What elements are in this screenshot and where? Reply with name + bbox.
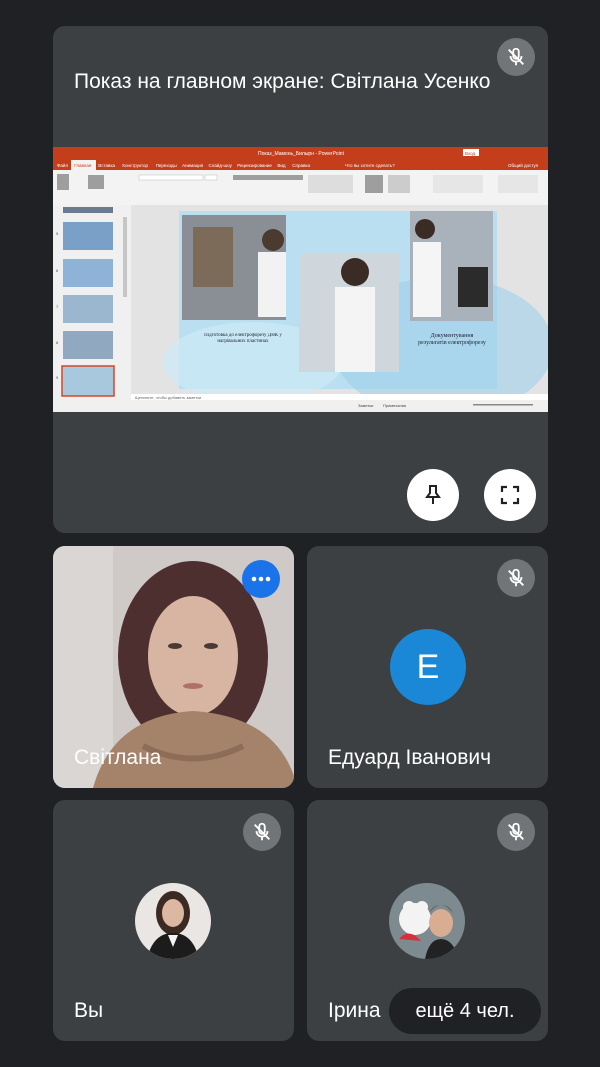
presentation-title: Показ на главном экране: Світлана Усенко bbox=[74, 70, 491, 93]
ribbon-tab: Вставка bbox=[98, 163, 115, 168]
svg-text:Общий доступ: Общий доступ bbox=[508, 162, 539, 168]
ribbon-tab: Вид bbox=[277, 163, 286, 168]
participant-tile-svitlana[interactable]: Світлана bbox=[53, 546, 294, 788]
more-options-icon bbox=[251, 576, 271, 582]
ribbon-tab: Справка bbox=[292, 163, 310, 168]
mic-off-icon bbox=[497, 813, 535, 851]
participant-tile-self[interactable]: Вы bbox=[53, 800, 294, 1041]
avatar bbox=[135, 883, 211, 959]
svg-text:Заметки: Заметки bbox=[358, 403, 373, 408]
ribbon-tab: Слайд-шоу bbox=[209, 162, 233, 168]
svg-text:Щелкните, чтобы добавить замет: Щелкните, чтобы добавить заметки bbox=[135, 395, 201, 400]
participant-tile-eduard[interactable]: E Едуард Іванович bbox=[307, 546, 548, 788]
more-options-button[interactable] bbox=[242, 560, 280, 598]
more-participants-button[interactable]: ещё 4 чел. bbox=[389, 988, 541, 1034]
ribbon-tab: Конструктор bbox=[122, 163, 148, 168]
ppt-window-title: Показ_Мамонь_Билырн - PowerPoint bbox=[258, 151, 345, 157]
ribbon-tab: Файл bbox=[57, 162, 68, 168]
svg-text:Примечания: Примечания bbox=[383, 403, 406, 408]
participant-name: Вы bbox=[74, 999, 104, 1022]
presentation-tile[interactable]: Показ на главном экране: Світлана Усенко… bbox=[53, 26, 548, 533]
slide-caption-left: Підготовка до електрофорезу ДНК у нагрів… bbox=[204, 333, 282, 344]
ribbon-tab: Переходы bbox=[156, 163, 177, 168]
fullscreen-button[interactable] bbox=[484, 469, 536, 521]
shared-screen: Показ_Мамонь_Билырн - PowerPoint Вход Фа… bbox=[53, 147, 548, 417]
mic-off-icon bbox=[243, 813, 281, 851]
svg-text:Вход: Вход bbox=[465, 151, 476, 156]
fullscreen-icon bbox=[500, 485, 520, 505]
mic-off-icon bbox=[497, 38, 535, 76]
pin-icon bbox=[425, 485, 441, 504]
avatar bbox=[389, 883, 465, 959]
participant-name: Світлана bbox=[74, 746, 162, 769]
slide-caption-right: Документування результатів електрофорезу bbox=[418, 333, 486, 347]
participant-name: Едуард Іванович bbox=[328, 746, 492, 769]
ribbon-tab: Анимация bbox=[182, 163, 204, 168]
mic-off-icon bbox=[497, 559, 535, 597]
avatar: E bbox=[390, 629, 466, 705]
ribbon-tab: Рецензирование bbox=[237, 163, 272, 168]
participant-name: Ірина bbox=[328, 999, 381, 1022]
pin-button[interactable] bbox=[407, 469, 459, 521]
svg-text:Что вы хотите сделать?: Что вы хотите сделать? bbox=[345, 163, 395, 168]
powerpoint-window: Показ_Мамонь_Билырн - PowerPoint Вход Фа… bbox=[53, 147, 548, 417]
ribbon-tab: Главная bbox=[74, 163, 92, 168]
